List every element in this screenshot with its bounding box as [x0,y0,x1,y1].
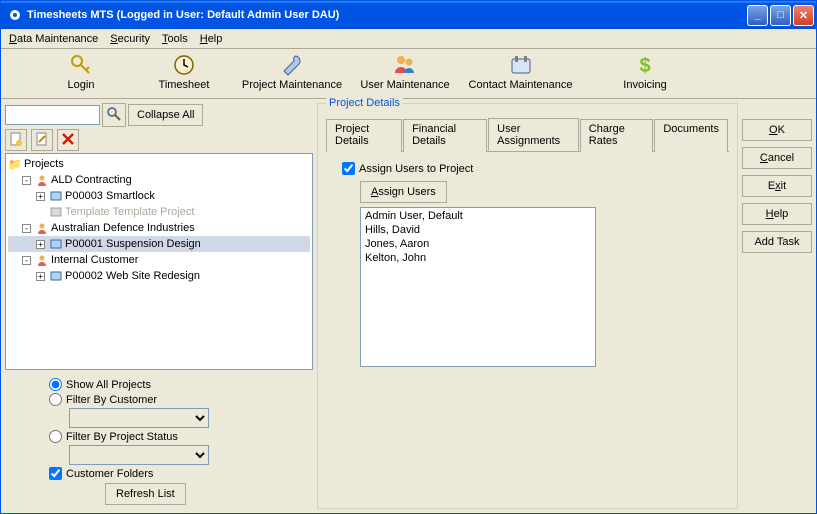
toolbar-user-maint[interactable]: User Maintenance [355,53,455,91]
ok-button[interactable]: OK [742,119,812,141]
key-icon [69,53,93,77]
edit-project-button[interactable] [31,129,53,151]
app-icon [7,7,23,23]
collapse-icon[interactable]: - [22,176,31,185]
menu-security[interactable]: Security [110,33,150,45]
tab-user-assignments[interactable]: User Assignments [488,118,579,151]
clock-icon [172,53,196,77]
toolbar-invoicing[interactable]: $ Invoicing [610,53,680,91]
customer-folders-checkbox[interactable]: Customer Folders [49,467,305,480]
project-tree[interactable]: 📁 Projects -ALD Contracting +P00003 Smar… [5,153,313,370]
svg-text:$: $ [639,55,650,77]
collapse-all-button[interactable]: Collapse All [128,104,203,126]
wrench-icon [280,53,304,77]
center-pane: Project Details Project Details Financia… [317,103,738,509]
toolbar-login[interactable]: Login [51,53,111,91]
app-window: Timesheets MTS (Logged in User: Default … [0,0,817,514]
help-button[interactable]: Help [742,203,812,225]
tab-financial[interactable]: Financial Details [403,119,487,152]
tree-customer[interactable]: -Internal Customer [8,252,310,268]
tab-content: Assign Users to Project Assign Users Adm… [326,152,729,377]
expand-icon[interactable]: + [36,192,45,201]
groupbox-title: Project Details [326,97,403,109]
tree-project[interactable]: +P00002 Web Site Redesign [8,268,310,284]
tab-documents[interactable]: Documents [654,119,728,152]
maximize-button[interactable]: □ [770,5,791,26]
list-item[interactable]: Hills, David [365,224,591,238]
list-item[interactable]: Admin User, Default [365,210,591,224]
toolbar-contact-label: Contact Maintenance [469,79,573,91]
person-icon [35,174,49,186]
project-icon [49,190,63,202]
right-pane: OK Cancel Exit Help Add Task [742,103,812,509]
rolodex-icon [509,53,533,77]
minimize-button[interactable]: _ [747,5,768,26]
window-title: Timesheets MTS (Logged in User: Default … [27,9,747,21]
collapse-icon[interactable]: - [22,256,31,265]
menubar: Data Maintenance Security Tools Help [1,29,816,49]
titlebar: Timesheets MTS (Logged in User: Default … [1,1,816,29]
filter-by-status[interactable]: Filter By Project Status [49,430,305,443]
exit-button[interactable]: Exit [742,175,812,197]
toolbar-project-maint[interactable]: Project Maintenance [237,53,347,91]
expand-icon[interactable]: + [36,240,45,249]
expand-icon[interactable]: + [36,272,45,281]
toolbar-project-label: Project Maintenance [242,79,342,91]
toolbar-user-label: User Maintenance [360,79,449,91]
delete-project-button[interactable] [57,129,79,151]
tab-project-details[interactable]: Project Details [326,119,402,152]
collapse-icon[interactable]: - [22,224,31,233]
filter-status-select[interactable] [69,445,209,465]
toolbar-invoicing-label: Invoicing [623,79,666,91]
toolbar-login-label: Login [68,79,95,91]
tree-project[interactable]: +P00001 Suspension Design [8,236,310,252]
list-item[interactable]: Jones, Aaron [365,238,591,252]
tree-project[interactable]: Template Template Project [8,204,310,220]
add-task-button[interactable]: Add Task [742,231,812,253]
person-icon [35,222,49,234]
magnifier-icon [106,106,122,125]
filter-customer-select[interactable] [69,408,209,428]
cancel-button[interactable]: Cancel [742,147,812,169]
search-button[interactable] [102,103,126,127]
toolbar-timesheet[interactable]: Timesheet [149,53,219,91]
toolbar-timesheet-label: Timesheet [159,79,210,91]
assigned-users-list[interactable]: Admin User, Default Hills, David Jones, … [360,207,596,367]
menu-help[interactable]: Help [200,33,223,45]
project-details-group: Project Details Project Details Financia… [317,103,738,509]
tree-customer[interactable]: -Australian Defence Industries [8,220,310,236]
filter-show-all[interactable]: Show All Projects [49,378,305,391]
assign-users-button[interactable]: Assign Users [360,181,447,203]
filter-group: Show All Projects Filter By Customer Fil… [5,372,313,509]
tab-charge-rates[interactable]: Charge Rates [580,119,654,152]
edit-doc-icon [35,132,49,149]
project-icon [49,270,63,282]
filter-by-customer[interactable]: Filter By Customer [49,393,305,406]
list-item[interactable]: Kelton, John [365,252,591,266]
delete-x-icon [61,132,75,149]
tree-project[interactable]: +P00003 Smartlock [8,188,310,204]
tree-customer[interactable]: -ALD Contracting [8,172,310,188]
person-icon [35,254,49,266]
tabs: Project Details Financial Details User A… [326,118,729,152]
tree-root[interactable]: 📁 Projects [8,156,310,172]
new-doc-icon [9,132,23,149]
project-icon [49,206,63,218]
toolbar-contact-maint[interactable]: Contact Maintenance [463,53,578,91]
dollar-icon: $ [633,53,657,77]
menu-tools[interactable]: Tools [162,33,188,45]
close-button[interactable]: ✕ [793,5,814,26]
assign-users-checkbox[interactable]: Assign Users to Project [342,162,721,175]
toolbar: Login Timesheet Project Maintenance User… [1,49,816,99]
menu-data-maintenance[interactable]: Data Maintenance [9,33,98,45]
new-project-button[interactable] [5,129,27,151]
project-icon [49,238,63,250]
left-pane: Collapse All 📁 Projects -ALD Contracting… [5,103,313,509]
refresh-list-button[interactable]: Refresh List [105,483,186,505]
users-icon [393,53,417,77]
folder-icon: 📁 [8,158,22,171]
search-input[interactable] [5,105,100,125]
